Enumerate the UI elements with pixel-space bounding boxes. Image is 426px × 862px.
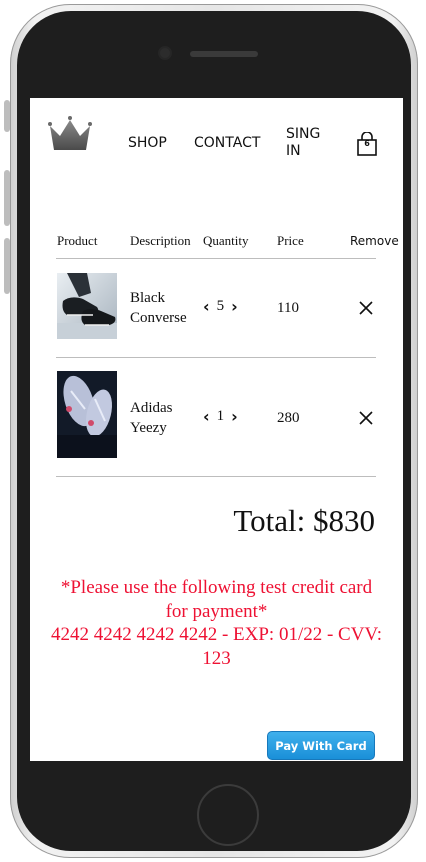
crown-logo-icon[interactable]: [46, 114, 94, 154]
notice-line-2: 4242 4242 4242 4242 - EXP: 01/22 - CVV: …: [50, 624, 383, 669]
order-total: Total: $830: [233, 503, 375, 538]
mute-switch: [4, 100, 10, 132]
speaker-grill: [190, 51, 258, 57]
quantity-stepper: ‹ 5 ›: [203, 298, 238, 315]
divider: [56, 357, 376, 358]
product-image-adidas-yeezy: [57, 371, 117, 458]
divider: [56, 476, 376, 477]
product-image-black-converse: [57, 273, 117, 339]
front-camera: [160, 48, 170, 58]
nav-contact-link[interactable]: CONTACT: [194, 135, 260, 152]
app-screen: SHOP CONTACT SING IN 6 Product Descripti…: [30, 98, 403, 761]
chevron-right-icon[interactable]: ›: [231, 298, 238, 315]
header-product: Product: [57, 233, 98, 248]
volume-down-button: [4, 238, 10, 294]
header-remove: Remove: [350, 234, 399, 248]
row-price: 110: [277, 300, 299, 316]
chevron-left-icon[interactable]: ‹: [203, 298, 210, 315]
chevron-right-icon[interactable]: ›: [231, 408, 238, 425]
home-button[interactable]: [197, 784, 259, 846]
notice-line-1: *Please use the following test credit ca…: [60, 577, 373, 622]
remove-item-icon[interactable]: [358, 300, 374, 316]
quantity-value: 5: [216, 298, 225, 314]
test-card-notice: *Please use the following test credit ca…: [50, 576, 383, 670]
header-price: Price: [277, 233, 304, 248]
chevron-left-icon[interactable]: ‹: [203, 408, 210, 425]
divider: [56, 258, 376, 259]
header-quantity: Quantity: [203, 233, 249, 248]
nav-signin-link[interactable]: SING IN: [286, 126, 326, 160]
cart-count-badge: 6: [364, 139, 370, 148]
quantity-value: 1: [216, 408, 225, 424]
nav-shop-link[interactable]: SHOP: [128, 135, 167, 152]
remove-item-icon[interactable]: [358, 410, 374, 426]
header-description: Description: [130, 233, 191, 248]
pay-with-card-button[interactable]: Pay With Card: [267, 731, 375, 760]
row-price: 280: [277, 410, 300, 426]
row-description: Black Converse: [130, 290, 187, 326]
volume-up-button: [4, 170, 10, 226]
cart-button[interactable]: 6: [356, 131, 378, 156]
quantity-stepper: ‹ 1 ›: [203, 408, 238, 425]
row-description: Adidas Yeezy: [130, 400, 173, 436]
